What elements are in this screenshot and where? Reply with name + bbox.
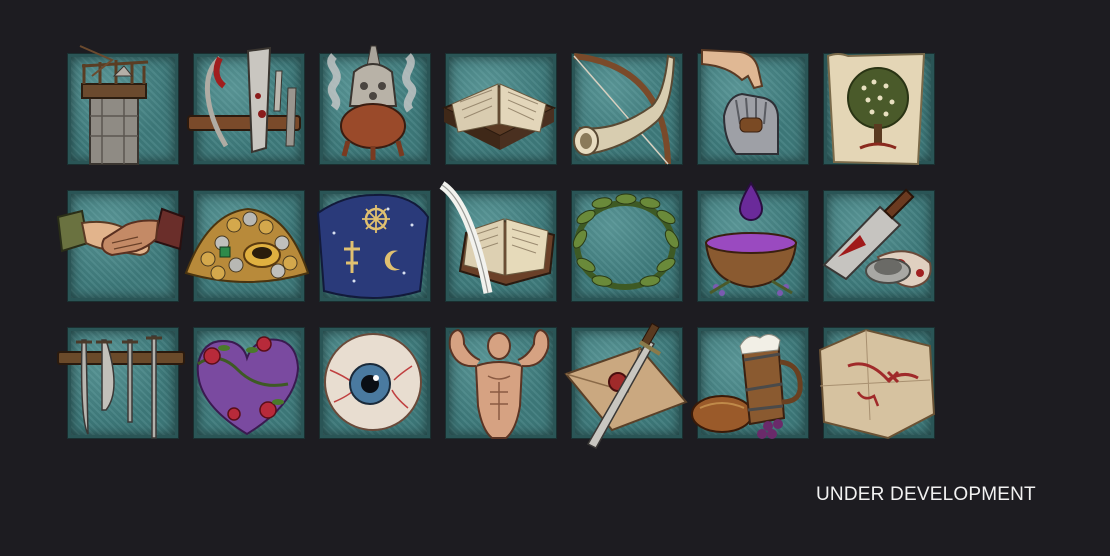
icon-slot[interactable] — [310, 314, 436, 451]
icon-slot[interactable] — [58, 40, 184, 177]
icon-slot[interactable] — [688, 177, 814, 314]
hand-and-gauntlet-icon — [701, 48, 779, 155]
icon-slot[interactable] — [436, 177, 562, 314]
butcher-tools-icon — [187, 46, 301, 154]
icon-slot[interactable] — [814, 177, 940, 314]
watchtower-icon — [79, 45, 149, 165]
icon-slot[interactable] — [56, 177, 186, 314]
open-book-lectern-icon — [441, 83, 557, 150]
icon-slot[interactable] — [184, 177, 310, 314]
icon-slot[interactable] — [562, 177, 688, 314]
feast-tankard-icon — [691, 334, 803, 439]
icon-slot[interactable] — [688, 314, 814, 451]
horn-and-bow-icon — [573, 53, 676, 165]
icon-slot[interactable] — [562, 40, 688, 177]
bloody-cleaver-icon — [822, 188, 932, 289]
laurel-wreath-icon — [572, 193, 680, 290]
weapon-rack-icon — [57, 335, 185, 439]
muscular-man-icon — [448, 328, 550, 439]
icon-slot[interactable] — [57, 314, 185, 451]
icon-slot[interactable] — [688, 40, 814, 177]
coin-hoard-icon — [184, 207, 310, 283]
icon-slot[interactable] — [184, 40, 310, 177]
tree-banner-icon — [826, 52, 926, 166]
sealed-letter-dagger-icon — [564, 322, 688, 449]
marked-map-icon — [818, 328, 936, 440]
icon-slot[interactable] — [814, 314, 940, 451]
incense-burner-icon — [327, 45, 417, 160]
icon-slot[interactable] — [814, 40, 940, 177]
religious-symbols-cloth-icon — [316, 193, 430, 299]
rose-heart-icon — [196, 336, 300, 436]
icon-slot[interactable] — [436, 314, 562, 451]
icon-slot[interactable] — [436, 40, 562, 177]
poison-bowl-icon — [704, 181, 798, 296]
handshake-icon — [56, 207, 186, 257]
icon-slot[interactable] — [310, 40, 436, 177]
under-development-label: UNDER DEVELOPMENT — [816, 484, 1036, 505]
eyeball-icon — [324, 333, 422, 431]
icon-grid — [56, 40, 940, 451]
icon-slot[interactable] — [562, 314, 688, 451]
quill-and-book-icon — [439, 181, 556, 294]
icon-slot[interactable] — [310, 177, 436, 314]
icon-slot[interactable] — [184, 314, 310, 451]
